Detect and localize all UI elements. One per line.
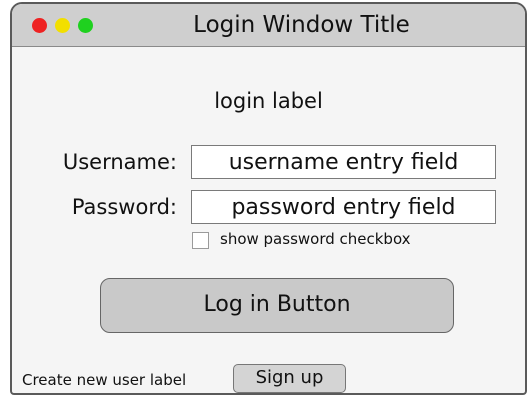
login-window: Login Window Title login label Username:… xyxy=(10,2,527,395)
password-label: Password: xyxy=(71,195,177,219)
password-input[interactable] xyxy=(191,190,496,224)
username-input[interactable] xyxy=(191,145,496,179)
show-password-checkbox[interactable] xyxy=(192,232,209,249)
login-button[interactable]: Log in Button xyxy=(100,278,454,333)
signup-button[interactable]: Sign up xyxy=(233,364,346,393)
login-label: login label xyxy=(214,89,323,113)
titlebar[interactable]: Login Window Title xyxy=(12,4,525,47)
window-title: Login Window Title xyxy=(193,12,410,38)
username-label: Username: xyxy=(62,150,177,174)
create-user-label: Create new user label xyxy=(22,371,187,389)
show-password-label[interactable]: show password checkbox xyxy=(220,230,411,248)
